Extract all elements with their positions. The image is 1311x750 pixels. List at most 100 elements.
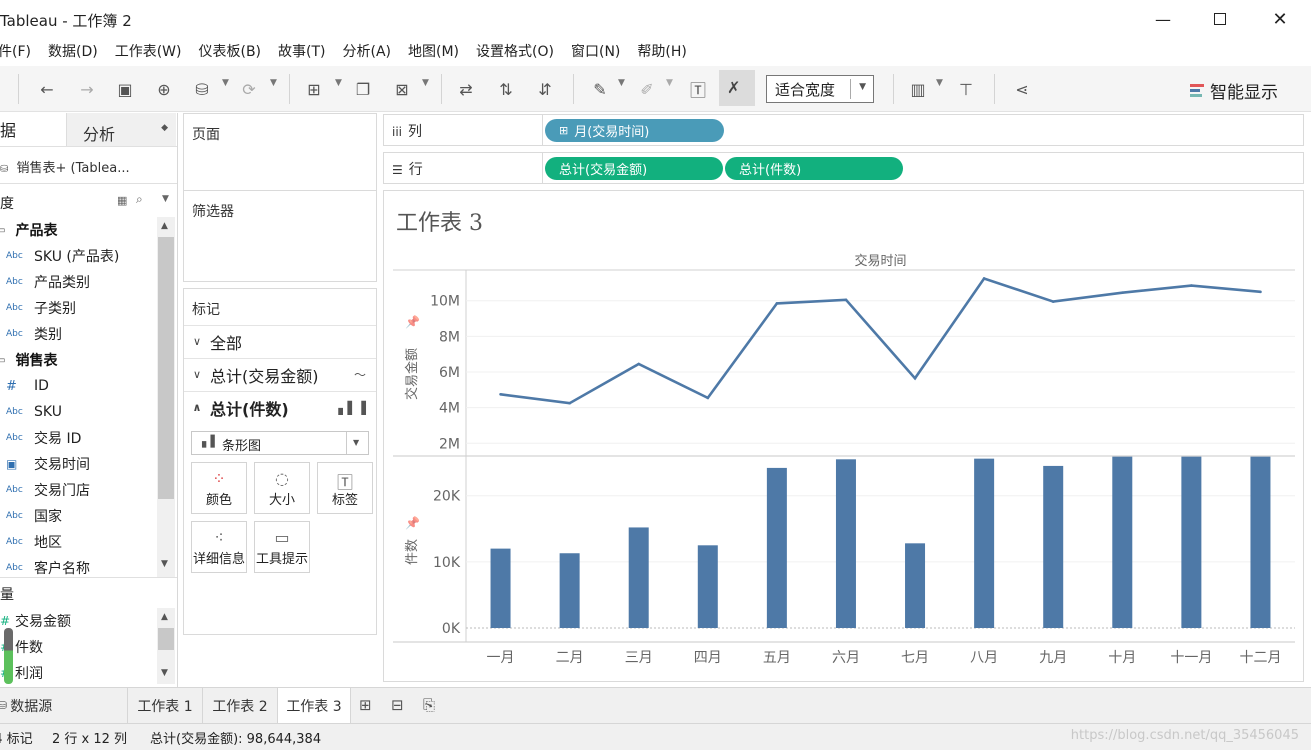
highlight-icon[interactable]: ✎ [589, 78, 611, 100]
row-pill-count[interactable]: 总计(件数) [725, 157, 903, 180]
filters-card[interactable]: 筛选器 [183, 190, 377, 282]
dimension-field[interactable]: Abc 地区 [6, 529, 62, 555]
menu-window[interactable]: 窗口(N) [571, 41, 620, 61]
menu-format[interactable]: 设置格式(O) [476, 41, 554, 61]
chevron-down-icon[interactable]: ▼ [422, 78, 429, 88]
mark-type-select[interactable]: ▖▌ 条形图 ▼ [191, 431, 369, 455]
show-me-button[interactable]: 智能显示 [1190, 78, 1278, 103]
pause-updates-icon[interactable]: ⛁ [191, 78, 213, 100]
tab-sheet-1[interactable]: 工作表 1 [127, 688, 202, 723]
line-point [1120, 291, 1124, 295]
tab-sheet-2[interactable]: 工作表 2 [202, 688, 277, 723]
view-list-icon[interactable]: ▦ [117, 194, 127, 207]
dimension-field[interactable]: Abc 交易门店 [6, 477, 90, 503]
tab-sheet-3[interactable]: 工作表 3 [277, 688, 351, 723]
fit-width-value: 适合宽度 [775, 80, 836, 99]
group-icon[interactable]: ✐ [636, 78, 658, 100]
dimension-field[interactable]: Abc 国家 [6, 503, 62, 529]
menu-data[interactable]: 数据(D) [48, 41, 98, 61]
color-button[interactable]: ⁘ 颜色 [191, 462, 247, 514]
chevron-down-icon[interactable]: ▼ [335, 78, 342, 88]
marks-count-label: 总计(件数) [210, 399, 289, 419]
show-labels-icon[interactable]: 🅃 [687, 78, 709, 100]
dimension-field[interactable]: Abc 类别 [6, 321, 62, 347]
scrollbar-thumb[interactable] [158, 628, 174, 650]
new-story-icon[interactable]: ⎘ [423, 696, 435, 714]
new-dashboard-icon[interactable]: ⊟ [391, 696, 404, 714]
save-icon[interactable]: ▣ [114, 78, 136, 100]
menu-analysis[interactable]: 分析(A) [343, 41, 392, 61]
measures-scrollbar[interactable]: ▲ ▼ [157, 608, 175, 684]
columns-shelf[interactable]: iii 列 ⊞ 月(交易时间) [383, 114, 1304, 146]
chevron-down-icon[interactable]: ▼ [618, 78, 625, 88]
column-pill-month[interactable]: ⊞ 月(交易时间) [545, 119, 724, 142]
new-worksheet-icon[interactable]: ⊞ [359, 696, 372, 714]
table-group[interactable]: ▭ 销售表 [0, 347, 57, 373]
chevron-down-icon[interactable]: ▼ [222, 78, 229, 88]
watermark: https://blog.csdn.net/qq_35456045 [1070, 728, 1299, 743]
back-icon[interactable]: ← [36, 78, 58, 100]
clear-sheet-icon[interactable]: ⊠ [391, 78, 413, 100]
marks-count-row[interactable]: ∧ 总计(件数) ▖▌▐ [184, 391, 376, 423]
menu-map[interactable]: 地图(M) [408, 41, 459, 61]
toolbar-separator [18, 74, 19, 104]
line-series [500, 276, 1261, 405]
select-divider [346, 432, 347, 454]
presentation-icon[interactable]: ⊤ [955, 78, 977, 100]
sort-descending-icon[interactable]: ⇵ [534, 78, 556, 100]
detail-button[interactable]: ⁖ 详细信息 [191, 521, 247, 573]
minimize-button[interactable]: — [1140, 6, 1186, 32]
fit-width-select[interactable]: 适合宽度 ▼ [766, 75, 874, 103]
dimension-field[interactable]: Abc 交易 ID [6, 425, 81, 451]
search-icon[interactable]: ⌕ [136, 192, 143, 207]
new-worksheet-icon[interactable]: ⊞ [303, 78, 325, 100]
menu-dashboard[interactable]: 仪表板(B) [198, 41, 261, 61]
string-type-icon: Abc [6, 433, 23, 443]
share-icon[interactable]: ⋖ [1011, 78, 1033, 100]
size-button[interactable]: ◌ 大小 [254, 462, 310, 514]
menu-file[interactable]: 件(F) [0, 41, 31, 61]
dimension-field[interactable]: ▣ 交易时间 [6, 451, 90, 477]
menu-help[interactable]: 帮助(H) [637, 41, 686, 61]
close-button[interactable]: ✕ [1257, 6, 1303, 32]
dimensions-scrollbar[interactable]: ▲ ▼ [157, 217, 175, 577]
row-pill-label: 总计(交易金额) [559, 163, 648, 178]
dimension-field-label: 子类别 [34, 301, 76, 317]
dimension-field[interactable]: # ID [6, 373, 49, 399]
menu-story[interactable]: 故事(T) [278, 41, 325, 61]
fix-axes-button[interactable]: ✗ [719, 70, 755, 106]
scrollbar-thumb[interactable] [158, 237, 174, 499]
refresh-icon[interactable]: ⟳ [238, 78, 260, 100]
tooltip-button[interactable]: ▭ 工具提示 [254, 521, 310, 573]
tab-analysis-label: 分析 [83, 125, 116, 144]
sort-ascending-icon[interactable]: ⇅ [495, 78, 517, 100]
chevron-down-icon[interactable]: ▼ [666, 78, 673, 88]
forward-icon[interactable]: → [76, 78, 98, 100]
chevron-down-icon[interactable]: ▼ [270, 78, 277, 88]
swap-icon[interactable]: ⇄ [455, 78, 477, 100]
tab-analysis[interactable]: 分析 ◆ [66, 113, 176, 146]
label-button[interactable]: 🅃 标签 [317, 462, 373, 514]
maximize-button[interactable] [1197, 6, 1243, 32]
chevron-down-icon[interactable]: ▼ [162, 194, 169, 204]
dimension-field[interactable]: Abc SKU [6, 399, 62, 425]
chevron-down-icon[interactable]: ▼ [936, 78, 943, 88]
chevron-down-icon: ∨ [192, 368, 202, 381]
tab-datasource[interactable]: ⛁ 数据源 [0, 688, 127, 723]
marks-all-row[interactable]: ∨ 全部 [184, 325, 376, 357]
pin-icon: 📌 [405, 515, 420, 530]
datasource-item[interactable]: ⛁ 销售表+ (Tablea... [0, 157, 130, 176]
dimension-field[interactable]: Abc 产品类别 [6, 269, 90, 295]
rows-shelf[interactable]: ☰ 行 总计(交易金额) 总计(件数) [383, 152, 1304, 184]
dimension-field[interactable]: Abc 子类别 [6, 295, 76, 321]
show-cards-icon[interactable]: ▥ [907, 78, 929, 100]
marks-amount-row[interactable]: ∨ 总计(交易金额) 〜 [184, 358, 376, 390]
table-group[interactable]: ▭ 产品表 [0, 217, 57, 243]
row-pill-amount[interactable]: 总计(交易金额) [545, 157, 723, 180]
tab-datasource-label: 数据源 [10, 698, 53, 715]
dimension-field[interactable]: Abc SKU (产品表) [6, 243, 119, 269]
menu-worksheet[interactable]: 工作表(W) [115, 41, 182, 61]
new-datasource-icon[interactable]: ⊕ [153, 78, 175, 100]
tab-data[interactable]: 数据 [0, 117, 16, 141]
duplicate-sheet-icon[interactable]: ❐ [352, 78, 374, 100]
